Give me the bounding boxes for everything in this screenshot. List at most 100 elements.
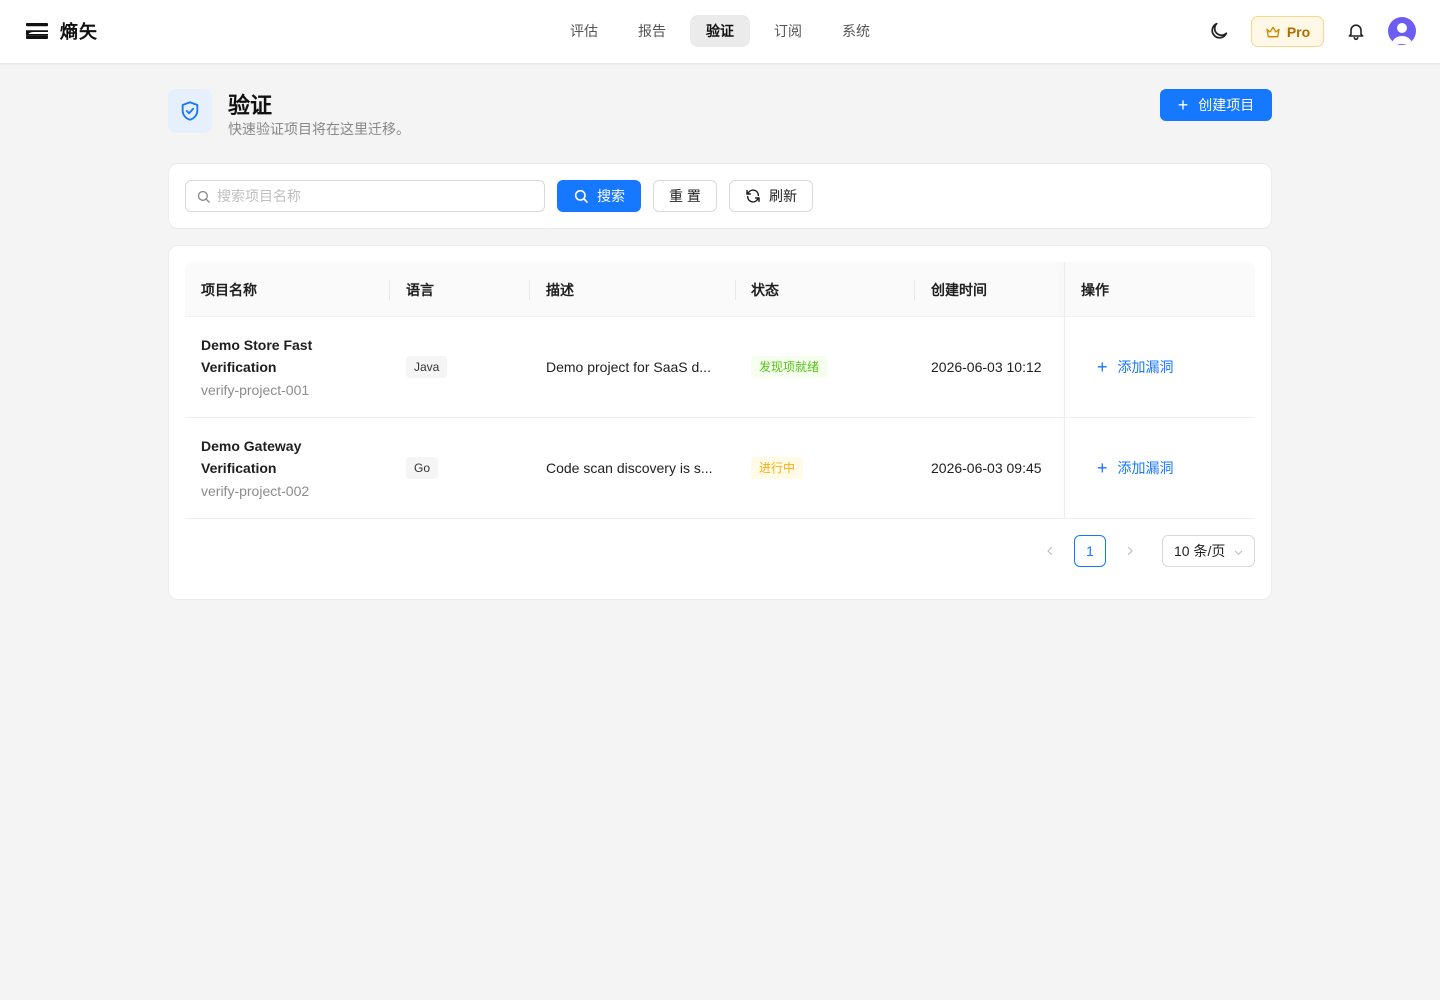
project-name-line: Demo Store Fast xyxy=(201,336,313,353)
status-badge: 发现项就绪 xyxy=(751,356,828,378)
created-cell: 2026-06-03 09:45 xyxy=(931,418,1042,518)
search-field[interactable] xyxy=(185,180,545,212)
page-size-select[interactable]: 10 条/页 xyxy=(1162,535,1255,567)
language-cell: Go xyxy=(406,418,439,518)
nav-item-label: 报告 xyxy=(638,23,666,39)
language-tag: Java xyxy=(406,356,448,378)
search-button-label: 搜索 xyxy=(597,188,625,204)
language-tag: Go xyxy=(406,457,439,479)
created-time: 2026-06-03 10:12 xyxy=(931,359,1042,375)
create-project-label: 创建项目 xyxy=(1198,97,1255,113)
top-bar: 熵矢 评估 报告 验证 订阅 系统 Pro xyxy=(0,0,1440,64)
refresh-icon xyxy=(746,189,760,203)
project-name[interactable]: Demo Gateway Verification xyxy=(201,435,301,479)
project-name[interactable]: Demo Store Fast Verification xyxy=(201,334,312,378)
table-header: 项目名称 语言 描述 状态 创建时间 操作 xyxy=(185,262,1255,317)
column-header-language: 语言 xyxy=(406,281,434,298)
project-id: verify-project-001 xyxy=(201,381,310,398)
status-cell: 进行中 xyxy=(751,418,804,518)
created-cell: 2026-06-03 10:12 xyxy=(931,317,1042,417)
status-cell: 发现项就绪 xyxy=(751,317,828,417)
column-header-description: 描述 xyxy=(546,281,574,298)
search-card: 搜索 重 置 刷新 xyxy=(168,163,1272,229)
project-description: Demo project for SaaS d... xyxy=(546,359,711,375)
status-badge: 进行中 xyxy=(751,457,804,479)
refresh-button-label: 刷新 xyxy=(769,188,797,204)
chevron-down-icon xyxy=(1234,550,1243,555)
refresh-button[interactable]: 刷新 xyxy=(729,180,813,212)
page-icon xyxy=(168,89,212,133)
project-name-cell: Demo Gateway Verification verify-project… xyxy=(201,418,381,518)
brand-logo-icon xyxy=(26,23,48,39)
actions-cell: + 添加漏洞 xyxy=(1097,418,1174,518)
table-row: Demo Store Fast Verification verify-proj… xyxy=(185,317,1255,418)
project-name-line: Verification xyxy=(201,358,277,375)
brand[interactable]: 熵矢 xyxy=(26,18,98,44)
crown-icon xyxy=(1266,26,1280,37)
user-icon xyxy=(1392,23,1412,44)
project-name-line: Verification xyxy=(201,459,277,476)
description-cell: Demo project for SaaS d... xyxy=(546,317,711,417)
nav-item-assessment[interactable]: 评估 xyxy=(554,15,614,47)
description-cell: Code scan discovery is s... xyxy=(546,418,713,518)
actions-cell: + 添加漏洞 xyxy=(1097,317,1174,417)
nav-item-label: 订阅 xyxy=(774,23,802,39)
search-input[interactable] xyxy=(217,188,537,204)
plus-icon: + xyxy=(1097,458,1108,478)
nav-item-label: 系统 xyxy=(842,23,870,39)
plus-icon: + xyxy=(1097,357,1108,377)
column-header-status: 状态 xyxy=(751,281,779,298)
add-vulnerability-link[interactable]: + 添加漏洞 xyxy=(1097,357,1174,377)
brand-name: 熵矢 xyxy=(60,22,98,42)
moon-icon[interactable] xyxy=(1208,20,1230,42)
page-number-current[interactable]: 1 xyxy=(1074,535,1106,567)
pro-button[interactable]: Pro xyxy=(1251,16,1324,47)
table-row: Demo Gateway Verification verify-project… xyxy=(185,418,1255,519)
avatar[interactable] xyxy=(1388,17,1416,45)
project-description: Code scan discovery is s... xyxy=(546,460,713,476)
column-header-actions: 操作 xyxy=(1081,281,1109,298)
page-subtitle: 快速验证项目将在这里迁移。 xyxy=(228,121,410,137)
nav-item-subscription[interactable]: 订阅 xyxy=(758,15,818,47)
search-icon xyxy=(574,189,588,203)
fixed-column-divider xyxy=(1064,317,1065,417)
column-separator xyxy=(914,280,915,300)
bell-icon[interactable] xyxy=(1346,20,1366,42)
reset-button[interactable]: 重 置 xyxy=(653,180,717,212)
pro-label: Pro xyxy=(1286,23,1311,40)
fixed-column-divider xyxy=(1064,262,1065,316)
next-page-button[interactable] xyxy=(1114,535,1146,567)
project-table-card: 项目名称 语言 描述 状态 创建时间 操作 Demo Store Fast Ve… xyxy=(168,245,1272,600)
project-id: verify-project-002 xyxy=(201,482,310,499)
create-project-button[interactable]: + 创建项目 xyxy=(1160,89,1272,121)
chevron-left-icon xyxy=(1047,546,1053,556)
column-separator xyxy=(389,280,390,300)
nav-item-label: 评估 xyxy=(570,23,598,39)
add-vulnerability-link[interactable]: + 添加漏洞 xyxy=(1097,458,1174,478)
column-separator xyxy=(735,280,736,300)
shield-check-icon xyxy=(181,101,199,121)
created-time: 2026-06-03 09:45 xyxy=(931,460,1042,476)
main-nav: 评估 报告 验证 订阅 系统 xyxy=(554,15,894,47)
add-vulnerability-label: 添加漏洞 xyxy=(1117,460,1174,476)
search-icon xyxy=(197,190,210,203)
add-vulnerability-label: 添加漏洞 xyxy=(1117,359,1174,375)
nav-item-verification[interactable]: 验证 xyxy=(690,15,750,47)
page-title: 验证 xyxy=(228,93,273,118)
chevron-right-icon xyxy=(1127,546,1133,556)
nav-item-reports[interactable]: 报告 xyxy=(622,15,682,47)
column-header-created: 创建时间 xyxy=(931,281,987,298)
plus-icon: + xyxy=(1177,95,1189,115)
project-name-cell: Demo Store Fast Verification verify-proj… xyxy=(201,317,381,417)
project-name-line: Demo Gateway xyxy=(201,437,302,454)
fixed-column-divider xyxy=(1064,418,1065,518)
nav-item-label: 验证 xyxy=(706,23,734,39)
column-separator xyxy=(529,280,530,300)
reset-button-label: 重 置 xyxy=(669,188,701,204)
prev-page-button[interactable] xyxy=(1034,535,1066,567)
search-button[interactable]: 搜索 xyxy=(557,180,641,212)
language-cell: Java xyxy=(406,317,448,417)
column-header-name: 项目名称 xyxy=(201,281,257,298)
page-size-label: 10 条/页 xyxy=(1174,543,1226,559)
nav-item-system[interactable]: 系统 xyxy=(826,15,886,47)
